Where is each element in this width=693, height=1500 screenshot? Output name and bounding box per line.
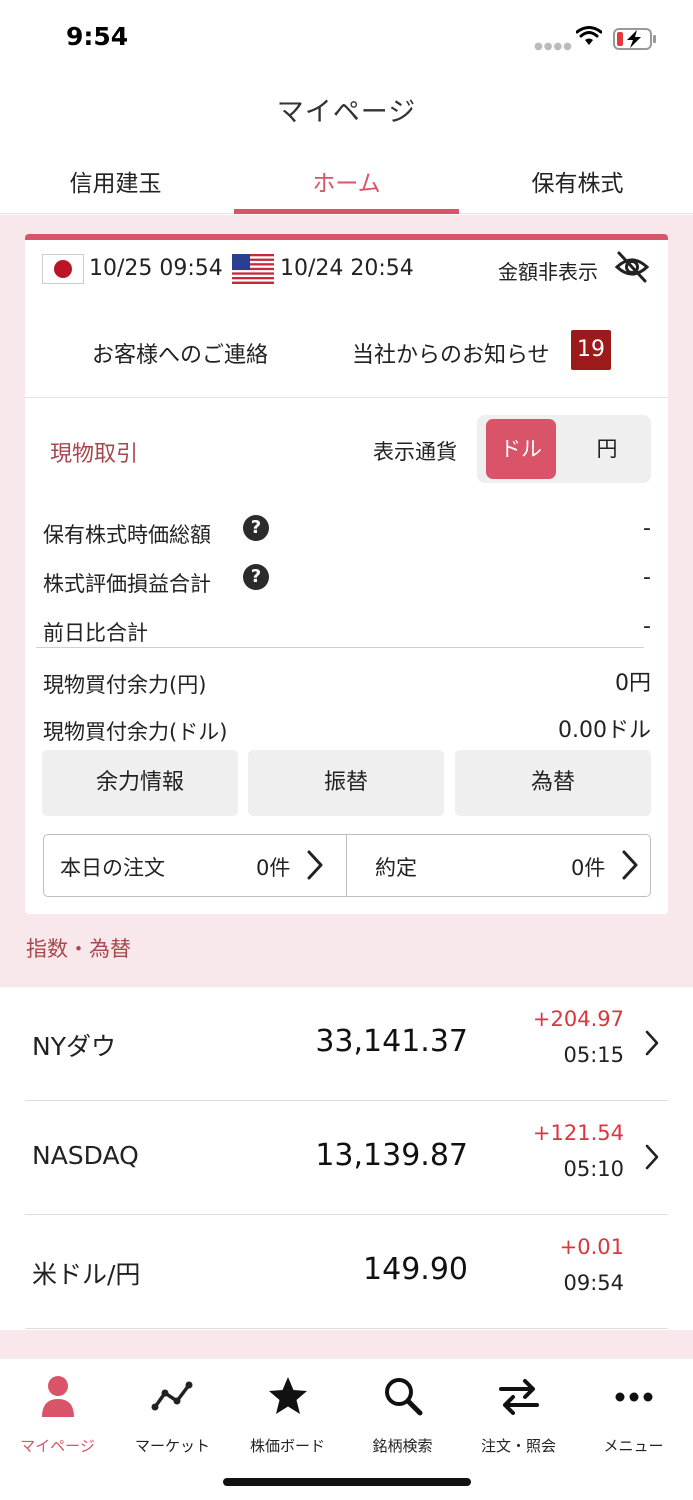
buying-power-usd-label: 現物買付余力(ドル) — [43, 720, 228, 744]
person-icon — [41, 1376, 74, 1417]
divider — [25, 397, 668, 398]
active-tab-indicator — [234, 209, 459, 214]
index-name: NYダウ — [32, 1032, 116, 1061]
hide-amount-label[interactable]: 金額非表示 — [498, 256, 598, 285]
transfer-button[interactable]: 振替 — [248, 750, 444, 816]
help-icon[interactable]: ? — [243, 515, 269, 541]
executions-count: 0件 — [571, 856, 606, 880]
index-row-nydow[interactable]: NYダウ 33,141.37 +204.97 05:15 — [25, 987, 668, 1101]
chevron-right-icon — [645, 1030, 659, 1056]
currency-option-usd[interactable]: ドル — [486, 419, 556, 479]
wifi-icon — [576, 26, 602, 45]
currency-toggle: ドル 円 — [477, 415, 651, 483]
index-name: 米ドル/円 — [32, 1260, 141, 1289]
holdings-market-value: - — [643, 516, 651, 541]
today-orders-label: 本日の注文 — [60, 856, 165, 880]
index-change: +0.01 — [559, 1235, 624, 1259]
exchange-button[interactable]: 為替 — [455, 750, 651, 816]
tab-margin-positions[interactable]: 信用建玉 — [0, 164, 231, 198]
nav-label: 注文・照会 — [480, 1437, 556, 1455]
today-orders-link[interactable]: 本日の注文 0件 — [44, 835, 346, 896]
nav-mypage[interactable]: マイページ — [0, 1373, 115, 1456]
chart-line-icon — [151, 1381, 192, 1411]
help-icon[interactable]: ? — [243, 564, 269, 590]
index-change: +204.97 — [532, 1007, 624, 1031]
chevron-right-icon — [307, 850, 323, 880]
index-price: 149.90 — [363, 1252, 468, 1287]
tab-home[interactable]: ホーム — [231, 164, 462, 198]
us-flag-icon — [232, 254, 274, 284]
chevron-right-icon — [622, 850, 638, 880]
nav-orders[interactable]: 注文・照会 — [461, 1373, 576, 1456]
battery-charging-icon — [613, 28, 656, 50]
status-time: 9:54 — [66, 22, 129, 51]
nav-menu[interactable]: メニュー — [576, 1373, 691, 1456]
jp-flag-icon — [42, 254, 84, 284]
indices-section-header: 指数・為替 — [26, 937, 131, 961]
index-time: 05:15 — [563, 1043, 624, 1067]
page-title: マイページ — [276, 97, 417, 128]
index-row-usdjpy[interactable]: 米ドル/円 149.90 +0.01 09:54 — [25, 1215, 668, 1329]
index-name: NASDAQ — [32, 1141, 139, 1170]
currency-option-jpy[interactable]: 円 — [572, 419, 642, 479]
company-news-link[interactable]: 当社からのお知らせ — [352, 337, 550, 369]
nav-market[interactable]: マーケット — [115, 1373, 230, 1456]
jp-market-time: 10/25 09:54 — [89, 256, 223, 281]
swap-arrows-icon — [498, 1379, 539, 1415]
buying-power-yen-value: 0円 — [615, 671, 651, 696]
search-icon — [384, 1378, 422, 1416]
buying-power-usd-value: 0.00ドル — [558, 718, 651, 743]
nav-label: 銘柄検索 — [372, 1437, 433, 1455]
nav-label: マーケット — [134, 1437, 210, 1455]
eye-off-icon[interactable] — [614, 250, 650, 284]
home-indicator — [223, 1478, 471, 1486]
star-icon — [268, 1377, 307, 1414]
holdings-market-value-label: 保有株式時価総額 — [43, 523, 211, 547]
index-price: 33,141.37 — [315, 1024, 468, 1059]
day-change-value: - — [643, 614, 651, 639]
tab-holdings[interactable]: 保有株式 — [462, 164, 693, 198]
day-change-label: 前日比合計 — [43, 621, 148, 645]
index-row-nasdaq[interactable]: NASDAQ 13,139.87 +121.54 05:10 — [25, 1101, 668, 1215]
executions-label: 約定 — [375, 856, 417, 880]
us-market-time: 10/24 20:54 — [280, 256, 414, 281]
signal-icon: ●●●● — [534, 41, 573, 52]
unrealized-pl-label: 株式評価損益合計 — [43, 572, 211, 596]
nav-label: 株価ボード — [249, 1437, 325, 1455]
spot-trading-label: 現物取引 — [50, 442, 139, 467]
nav-symbol-search[interactable]: 銘柄検索 — [345, 1373, 460, 1456]
news-count-badge: 19 — [571, 330, 611, 370]
buying-power-info-button[interactable]: 余力情報 — [42, 750, 238, 816]
executions-link[interactable]: 約定 0件 — [347, 835, 651, 896]
currency-label: 表示通貨 — [373, 440, 457, 464]
orders-summary: 本日の注文 0件 約定 0件 — [43, 834, 651, 897]
nav-label: マイページ — [20, 1437, 95, 1455]
tab-bar: 信用建玉 ホーム 保有株式 — [0, 150, 693, 214]
chevron-right-icon — [645, 1144, 659, 1170]
index-time: 09:54 — [563, 1271, 624, 1295]
unrealized-pl-value: - — [643, 565, 651, 590]
index-time: 05:10 — [563, 1157, 624, 1181]
more-icon — [615, 1392, 652, 1402]
content-background — [0, 1330, 693, 1358]
nav-label: メニュー — [603, 1437, 664, 1455]
index-price: 13,139.87 — [315, 1138, 468, 1173]
buying-power-yen-label: 現物買付余力(円) — [43, 673, 207, 697]
status-bar: 9:54 ●●●● — [0, 0, 693, 76]
divider — [36, 647, 644, 648]
index-change: +121.54 — [532, 1121, 624, 1145]
nav-stock-board[interactable]: 株価ボード — [230, 1373, 345, 1456]
customer-contact-link[interactable]: お客様へのご連絡 — [92, 337, 268, 369]
today-orders-count: 0件 — [256, 856, 291, 880]
